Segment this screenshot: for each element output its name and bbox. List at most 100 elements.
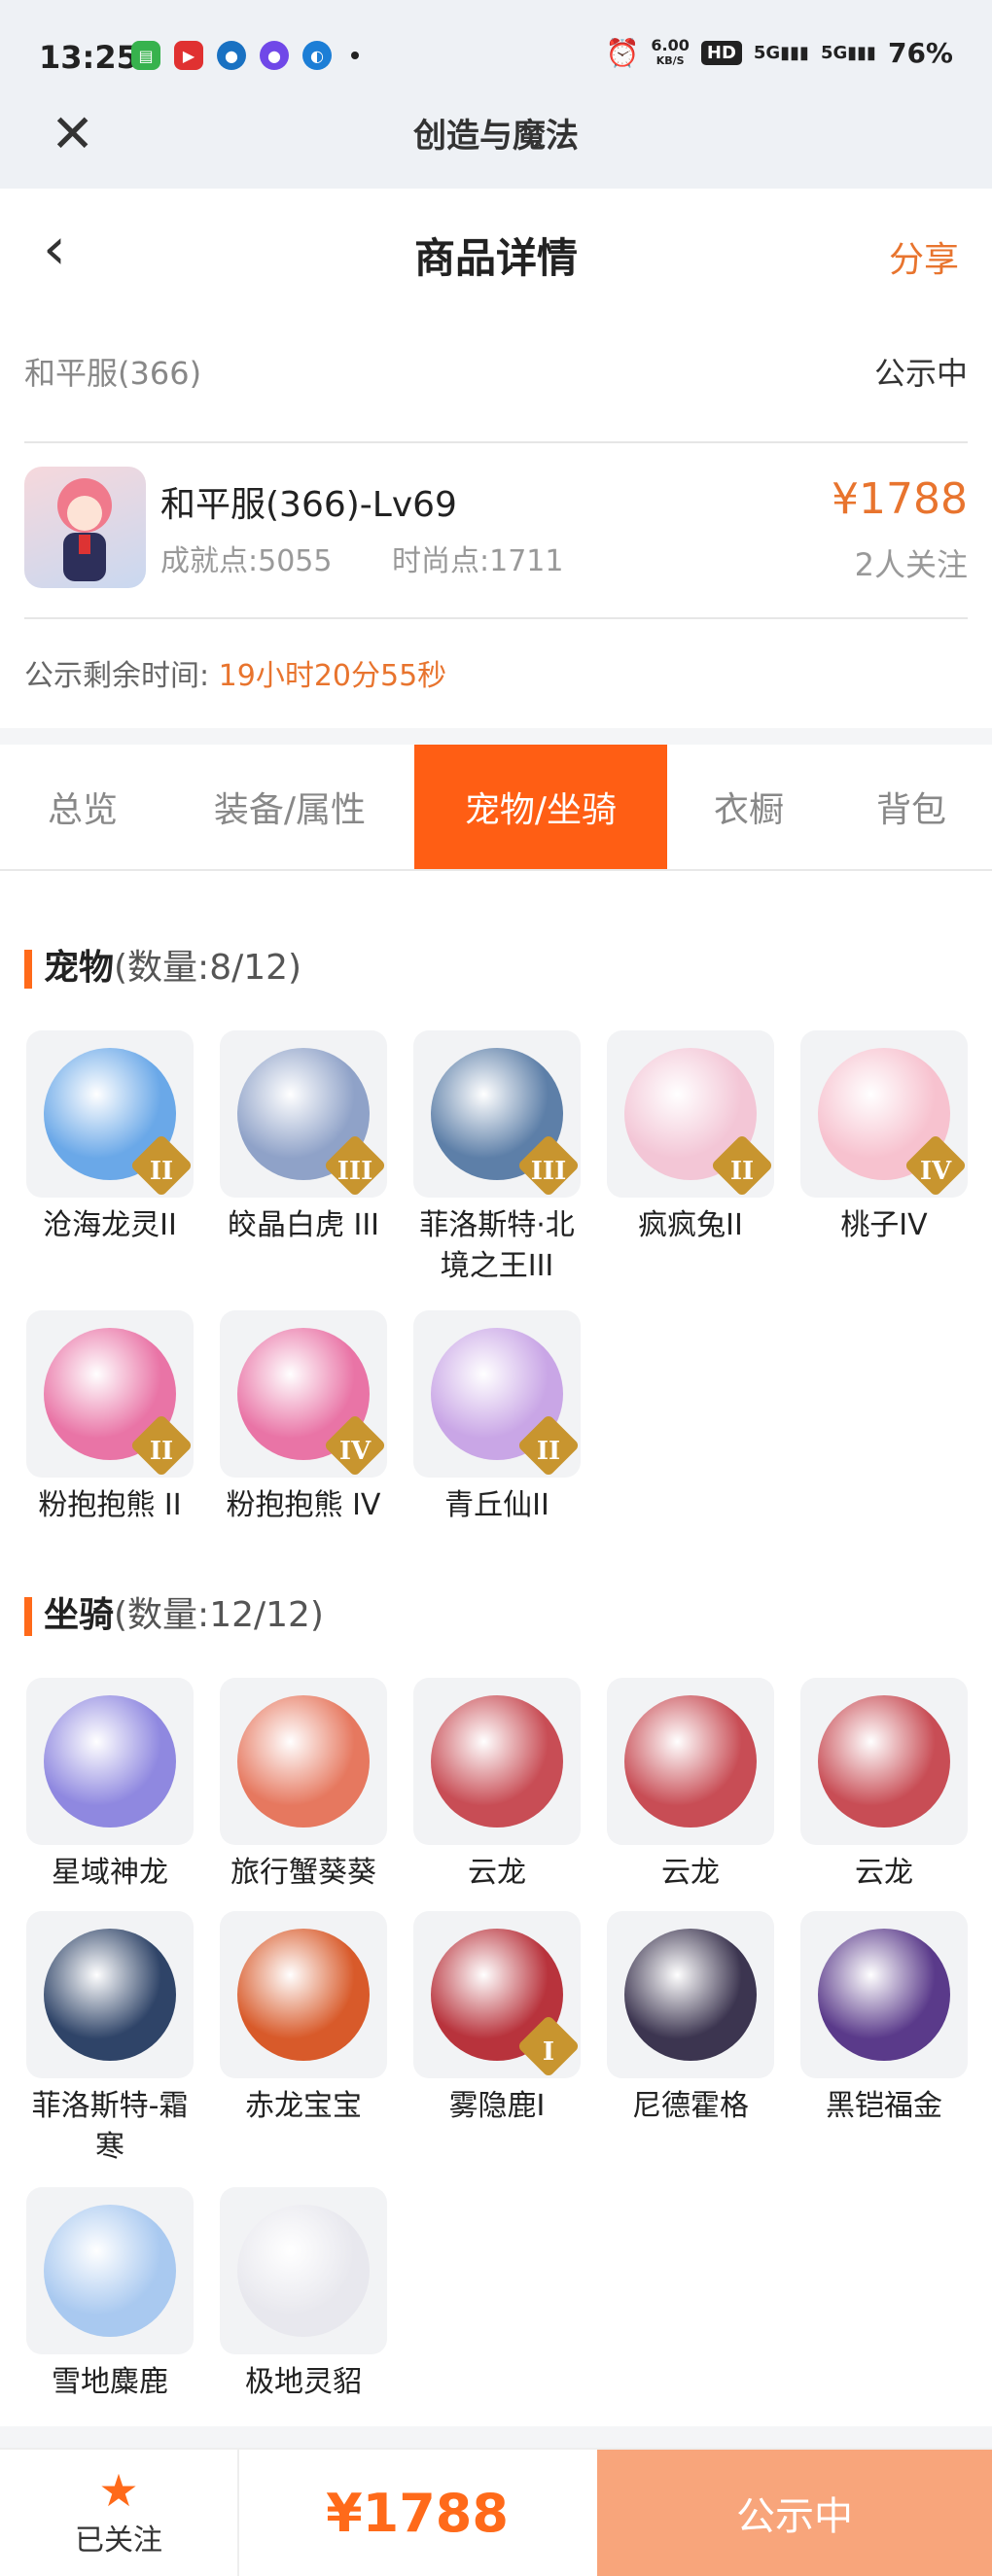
mount-name: 云龙 bbox=[661, 1856, 720, 1890]
signal-1-label: 5G bbox=[753, 43, 781, 63]
pet-name: 粉抱抱熊 II bbox=[38, 1488, 182, 1522]
divider bbox=[24, 441, 968, 443]
pet-item[interactable]: III 皎晶白虎 III bbox=[220, 1030, 387, 1246]
mount-thumbnail bbox=[607, 1678, 774, 1845]
pet-item[interactable]: II 沧海龙灵II bbox=[26, 1030, 194, 1246]
pet-name: 疯疯兔II bbox=[638, 1208, 743, 1242]
creature-artwork bbox=[818, 1695, 950, 1828]
mount-item[interactable]: 星域神龙 bbox=[26, 1678, 194, 1894]
product-summary[interactable]: 和平服(366)-Lv69 成就点:5055 时尚点:1711 ¥1788 2人… bbox=[0, 467, 992, 593]
mount-thumbnail bbox=[220, 1911, 387, 2078]
creature-artwork bbox=[431, 1695, 563, 1828]
creature-artwork bbox=[237, 2205, 370, 2337]
mount-name: 云龙 bbox=[855, 1856, 913, 1890]
mount-item[interactable]: 云龙 bbox=[607, 1678, 774, 1894]
mount-item[interactable]: 雪地麋鹿 bbox=[26, 2187, 194, 2403]
pet-item[interactable]: IV 桃子IV bbox=[800, 1030, 968, 1246]
mount-name: 赤龙宝宝 bbox=[245, 2089, 362, 2123]
message-app-icon: ▤ bbox=[131, 41, 160, 70]
mount-item[interactable]: 黑铠福金 bbox=[800, 1911, 968, 2127]
mount-name: 雪地麋鹿 bbox=[52, 2365, 168, 2399]
listing-status: 公示中 bbox=[873, 355, 968, 392]
tier-badge-label: II bbox=[149, 1157, 174, 1186]
pet-name: 皎晶白虎 III bbox=[227, 1208, 380, 1242]
pet-name: 粉抱抱熊 IV bbox=[226, 1488, 381, 1522]
countdown: 公示剩余时间: 19小时20分55秒 bbox=[24, 651, 446, 694]
tab-equipment[interactable]: 装备/属性 bbox=[165, 745, 414, 869]
tab-pets-mounts[interactable]: 宠物/坐骑 bbox=[414, 745, 667, 869]
hd-badge: HD bbox=[700, 41, 742, 65]
divider bbox=[24, 617, 968, 619]
creature-artwork bbox=[44, 1929, 176, 2061]
mount-item[interactable]: 极地灵貂 bbox=[220, 2187, 387, 2403]
mount-name: 极地灵貂 bbox=[245, 2365, 362, 2399]
pet-name: 沧海龙灵II bbox=[43, 1208, 177, 1242]
product-name: 和平服(366)-Lv69 bbox=[160, 485, 457, 525]
chat-app-icon: ● bbox=[260, 41, 289, 70]
pet-item[interactable]: III 菲洛斯特·北境之王III bbox=[413, 1030, 581, 1287]
section-accent-bar bbox=[24, 1597, 32, 1636]
follow-label: 已关注 bbox=[75, 2524, 162, 2558]
follow-button[interactable]: ★ 已关注 bbox=[0, 2450, 239, 2576]
public-status-button[interactable]: 公示中 bbox=[597, 2450, 992, 2576]
app-bar: ✕ 创造与魔法 bbox=[0, 87, 992, 189]
tier-badge-label: IV bbox=[919, 1157, 952, 1186]
video-app-icon: ▶ bbox=[174, 41, 203, 70]
share-button[interactable]: 分享 bbox=[889, 231, 959, 282]
pet-thumbnail: II bbox=[26, 1310, 194, 1478]
pet-name: 菲洛斯特·北境之王III bbox=[419, 1208, 575, 1283]
mount-item[interactable]: 旅行蟹葵葵 bbox=[220, 1678, 387, 1894]
tab-overview[interactable]: 总览 bbox=[0, 745, 165, 869]
pet-thumbnail: II bbox=[607, 1030, 774, 1198]
pet-item[interactable]: II 疯疯兔II bbox=[607, 1030, 774, 1246]
pet-item[interactable]: II 青丘仙II bbox=[413, 1310, 581, 1526]
creature-artwork bbox=[44, 1695, 176, 1828]
signal-2-label: 5G bbox=[820, 43, 848, 63]
creature-artwork bbox=[624, 1695, 757, 1828]
mounts-section-title: 坐骑(数量:12/12) bbox=[24, 1586, 324, 1637]
pet-item[interactable]: IV 粉抱抱熊 IV bbox=[220, 1310, 387, 1526]
page-title: 商品详情 bbox=[413, 234, 578, 282]
net-speed-unit: KB/S bbox=[655, 53, 685, 67]
mount-item[interactable]: 尼德霍格 bbox=[607, 1911, 774, 2127]
mount-item[interactable]: 赤龙宝宝 bbox=[220, 1911, 387, 2127]
pet-thumbnail: III bbox=[413, 1030, 581, 1198]
mount-name: 菲洛斯特-霜寒 bbox=[31, 2089, 189, 2164]
star-icon: ★ bbox=[98, 2464, 139, 2517]
mount-thumbnail bbox=[26, 2187, 194, 2354]
tier-badge-label: II bbox=[729, 1157, 755, 1186]
creature-artwork bbox=[237, 1695, 370, 1828]
follower-count: 2人关注 bbox=[854, 546, 968, 583]
pet-thumbnail: II bbox=[26, 1030, 194, 1198]
pet-thumbnail: IV bbox=[220, 1310, 387, 1478]
tier-badge-label: II bbox=[536, 1437, 561, 1466]
mount-item[interactable]: 云龙 bbox=[413, 1678, 581, 1894]
mount-item[interactable]: 菲洛斯特-霜寒 bbox=[26, 1911, 194, 2168]
mount-thumbnail bbox=[800, 1911, 968, 2078]
mount-thumbnail bbox=[413, 1678, 581, 1845]
mount-name: 雾隐鹿I bbox=[448, 2089, 546, 2123]
creature-artwork bbox=[44, 2205, 176, 2337]
character-avatar bbox=[24, 467, 146, 588]
signal-2: 5G▮▮▮ bbox=[820, 43, 876, 63]
mount-item[interactable]: I 雾隐鹿I bbox=[413, 1911, 581, 2127]
status-time: 13:25 bbox=[39, 39, 138, 76]
net-speed: 6.00 KB/S bbox=[651, 37, 689, 69]
product-stats: 成就点:5055 时尚点:1711 bbox=[160, 537, 614, 579]
mount-name: 星域神龙 bbox=[52, 1856, 168, 1890]
notification-icons: ▤ ▶ ● ● ◐ bbox=[131, 41, 359, 70]
mount-thumbnail: I bbox=[413, 1911, 581, 2078]
mount-name: 云龙 bbox=[468, 1856, 526, 1890]
pet-name: 青丘仙II bbox=[444, 1488, 549, 1522]
tab-backpack[interactable]: 背包 bbox=[831, 745, 992, 869]
server-name: 和平服(366) bbox=[24, 355, 202, 392]
countdown-value: 19小时20分55秒 bbox=[218, 659, 447, 693]
app-title: 创造与魔法 bbox=[413, 117, 579, 156]
creature-artwork bbox=[818, 1929, 950, 2061]
pet-item[interactable]: II 粉抱抱熊 II bbox=[26, 1310, 194, 1526]
countdown-label: 公示剩余时间: bbox=[24, 659, 210, 693]
tab-wardrobe[interactable]: 衣橱 bbox=[667, 745, 831, 869]
pet-thumbnail: IV bbox=[800, 1030, 968, 1198]
pet-thumbnail: II bbox=[413, 1310, 581, 1478]
mount-item[interactable]: 云龙 bbox=[800, 1678, 968, 1894]
